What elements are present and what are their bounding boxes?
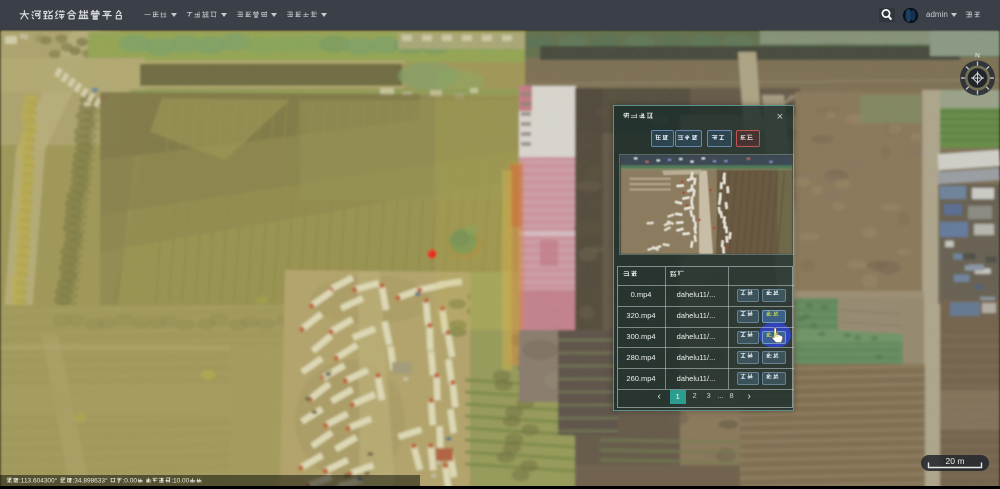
svg-text:N: N xyxy=(975,53,980,60)
